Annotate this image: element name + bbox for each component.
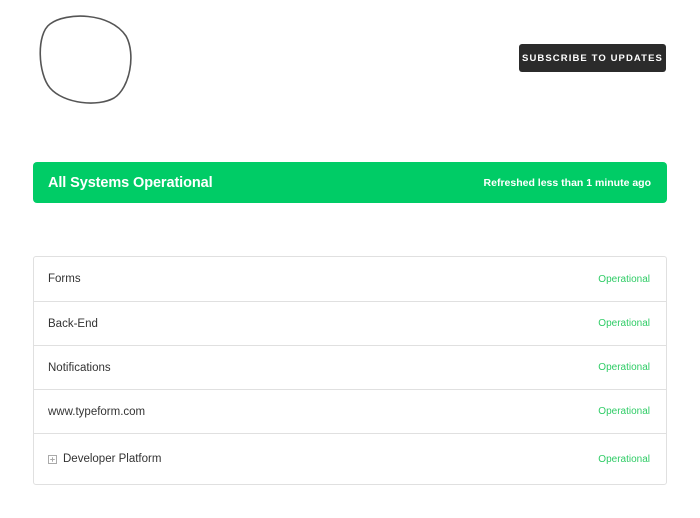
component-status: Operational — [598, 453, 650, 465]
plus-square-icon[interactable] — [48, 454, 57, 464]
status-banner-title: All Systems Operational — [48, 174, 213, 191]
component-status: Operational — [598, 362, 650, 373]
status-page: Subscribe to Updates All Systems Operati… — [0, 0, 700, 518]
component-row-notifications: Notifications Operational — [34, 345, 666, 389]
component-status: Operational — [598, 318, 650, 329]
refreshed-timestamp: Refreshed less than 1 minute ago — [483, 176, 651, 189]
component-row-website: www.typeform.com Operational — [34, 389, 666, 433]
components-list: Forms Operational Back-End Operational N… — [33, 256, 667, 485]
component-status: Operational — [598, 406, 650, 417]
component-row-developer-platform[interactable]: Developer Platform Operational — [34, 433, 666, 484]
component-name: Forms — [48, 273, 81, 285]
component-group-toggle[interactable]: Developer Platform — [48, 453, 161, 465]
component-row-forms: Forms Operational — [34, 257, 666, 301]
status-banner: All Systems Operational Refreshed less t… — [33, 162, 667, 203]
component-row-back-end: Back-End Operational — [34, 301, 666, 345]
component-name: Back-End — [48, 317, 98, 330]
logo — [36, 14, 134, 106]
component-status: Operational — [598, 273, 650, 285]
component-name: Notifications — [48, 361, 111, 374]
component-name: Developer Platform — [63, 453, 162, 465]
component-name: www.typeform.com — [48, 405, 146, 418]
subscribe-button[interactable]: Subscribe to Updates — [519, 44, 666, 72]
logo-outline — [39, 15, 132, 104]
